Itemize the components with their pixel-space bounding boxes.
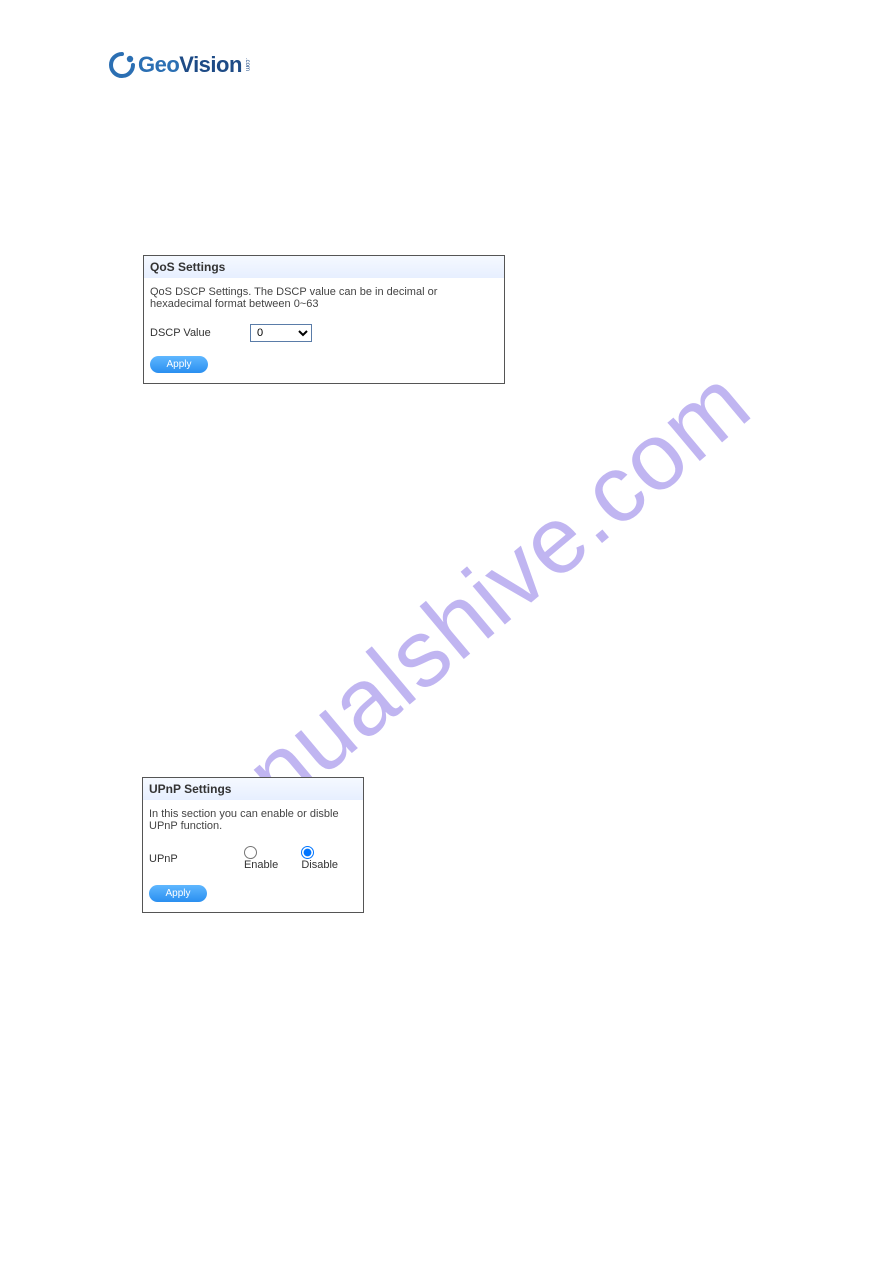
logo-swirl-icon (108, 51, 136, 79)
qos-apply-button[interactable]: Apply (150, 356, 208, 373)
dscp-value-label: DSCP Value (150, 327, 250, 339)
upnp-disable-radio[interactable] (301, 846, 314, 859)
upnp-apply-button[interactable]: Apply (149, 885, 207, 902)
upnp-enable-radio[interactable] (244, 846, 257, 859)
logo-text-vision: Vision (179, 52, 242, 77)
brand-logo: GeoVision .com (108, 49, 250, 81)
upnp-panel-title: UPnP Settings (143, 778, 363, 800)
upnp-enable-option[interactable]: Enable (244, 846, 293, 871)
upnp-description: In this section you can enable or disble… (149, 808, 357, 832)
qos-settings-panel: QoS Settings QoS DSCP Settings. The DSCP… (143, 255, 505, 384)
qos-panel-title: QoS Settings (144, 256, 504, 278)
upnp-disable-label: Disable (301, 859, 338, 871)
logo-text-geo: Geo (138, 52, 179, 77)
qos-panel-body: QoS DSCP Settings. The DSCP value can be… (144, 278, 504, 383)
upnp-radio-group: Enable Disable (244, 846, 357, 871)
upnp-settings-panel: UPnP Settings In this section you can en… (142, 777, 364, 913)
document-page: GeoVision .com manualshive.com QoS Setti… (0, 0, 893, 1263)
upnp-label: UPnP (149, 853, 244, 865)
upnp-disable-option[interactable]: Disable (301, 846, 353, 871)
upnp-enable-label: Enable (244, 859, 278, 871)
dscp-value-select[interactable]: 0 (250, 324, 312, 342)
logo-text: GeoVision (138, 52, 242, 78)
logo-side-text: .com (244, 58, 250, 71)
upnp-row: UPnP Enable Disable (149, 846, 357, 871)
qos-description: QoS DSCP Settings. The DSCP value can be… (150, 286, 498, 310)
upnp-panel-body: In this section you can enable or disble… (143, 800, 363, 912)
dscp-value-row: DSCP Value 0 (150, 324, 498, 342)
